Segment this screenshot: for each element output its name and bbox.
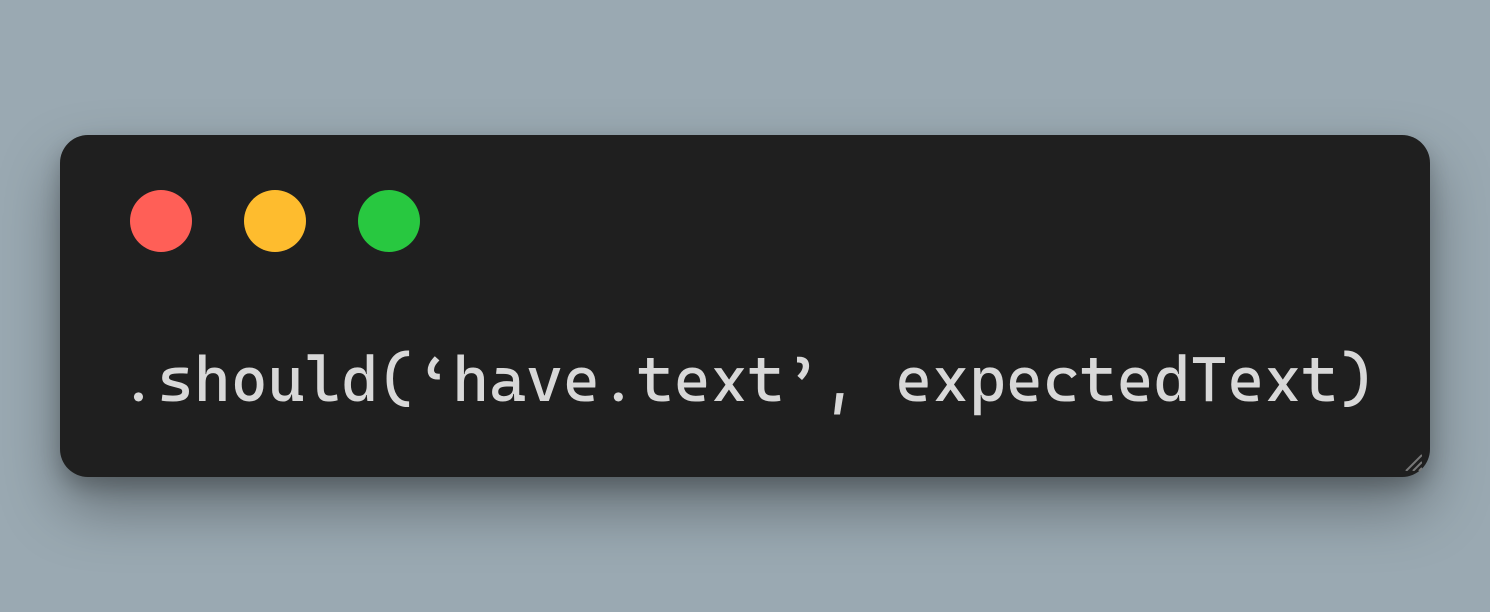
code-line: .should(‘have.text’, expectedText) — [120, 342, 1370, 418]
traffic-lights — [130, 190, 1370, 252]
zoom-button[interactable] — [358, 190, 420, 252]
resize-handle-icon[interactable] — [1402, 451, 1422, 471]
minimize-button[interactable] — [244, 190, 306, 252]
code-window: .should(‘have.text’, expectedText) — [60, 135, 1430, 478]
close-button[interactable] — [130, 190, 192, 252]
